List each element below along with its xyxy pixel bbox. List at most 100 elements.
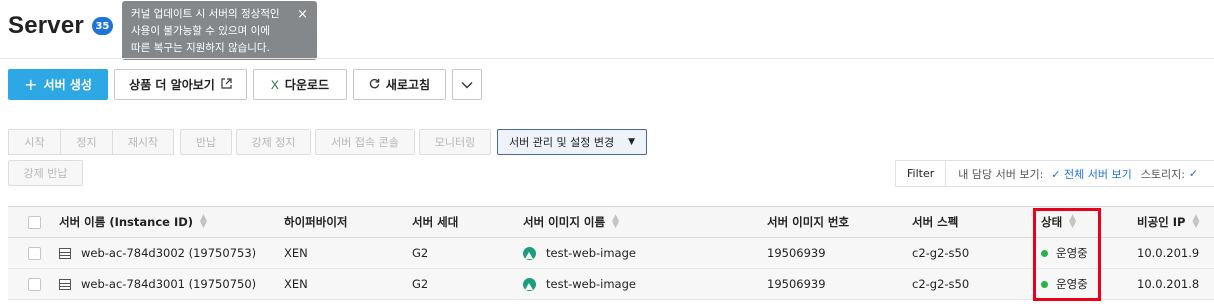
learn-more-button[interactable]: 상품 더 알아보기 bbox=[114, 69, 247, 100]
refresh-button[interactable]: 새로고침 bbox=[353, 69, 446, 100]
row-select-cell bbox=[28, 269, 41, 299]
count-badge: 35 bbox=[91, 17, 113, 35]
server-image-icon bbox=[523, 246, 536, 260]
image-name: test-web-image bbox=[546, 246, 636, 260]
col-status[interactable]: 상태 ▲ ▼ bbox=[1041, 207, 1076, 237]
server-name-cell: web-ac-784d3001 (19750750) bbox=[59, 269, 256, 299]
col-generation: 서버 세대 bbox=[412, 207, 458, 237]
divider bbox=[0, 58, 1214, 59]
server-image-icon bbox=[523, 277, 536, 291]
col-spec: 서버 스펙 bbox=[912, 207, 958, 237]
image-name: test-web-image bbox=[546, 277, 636, 291]
row-checkbox[interactable] bbox=[28, 277, 41, 291]
check-icon: ✓ bbox=[1051, 167, 1061, 181]
all-servers-option[interactable]: ✓ 전체 서버 보기 bbox=[1051, 166, 1131, 182]
learn-more-label: 상품 더 알아보기 bbox=[129, 78, 215, 92]
hypervisor-cell: XEN bbox=[284, 246, 308, 260]
external-link-icon bbox=[221, 77, 232, 92]
row-select-cell bbox=[28, 238, 41, 268]
col-image-no: 서버 이미지 번호 bbox=[767, 207, 849, 237]
status-text: 운영중 bbox=[1056, 277, 1088, 291]
private-ip-cell: 10.0.201.8 bbox=[1137, 277, 1200, 291]
title-row: Server 35 bbox=[8, 12, 113, 40]
server-icon bbox=[59, 247, 71, 259]
tooltip-line: 사용이 불가능할 수 있으며 이에 bbox=[131, 25, 270, 37]
storage-label: 스토리지: bbox=[1140, 167, 1185, 181]
col-server-name[interactable]: 서버 이름 (Instance ID) ▲ ▼ bbox=[59, 207, 207, 237]
server-action-row: 시작 정지 재시작 반납 강제 정지 서버 접속 콘솔 모니터링 서버 관리 및… bbox=[8, 129, 647, 155]
check-icon[interactable]: ✓ bbox=[1189, 167, 1198, 180]
hypervisor-cell: XEN bbox=[284, 277, 308, 291]
filter-button[interactable]: Filter bbox=[896, 161, 947, 186]
my-servers-label: 내 담당 서버 보기: bbox=[958, 167, 1044, 181]
col-header-label: 서버 이름 (Instance ID) bbox=[59, 215, 194, 229]
sort-icon: ▲ ▼ bbox=[200, 213, 207, 230]
monitoring-button[interactable]: 모니터링 bbox=[419, 129, 491, 155]
image-name-cell: test-web-image bbox=[523, 269, 636, 299]
table-row[interactable]: web-ac-784d3002 (19750753) XEN G2 test-w… bbox=[8, 238, 1214, 269]
private-ip-cell: 10.0.201.9 bbox=[1137, 246, 1200, 260]
col-private-ip[interactable]: 비공인 IP ▲ ▼ bbox=[1137, 207, 1199, 237]
table-header: 서버 이름 (Instance ID) ▲ ▼ 하이퍼바이저 서버 세대 서버 이… bbox=[8, 207, 1214, 238]
console-button[interactable]: 서버 접속 콘솔 bbox=[315, 129, 415, 155]
excel-icon: X bbox=[270, 77, 279, 92]
generation-cell: G2 bbox=[412, 246, 429, 260]
image-no-cell: 19506939 bbox=[767, 246, 826, 260]
refresh-icon bbox=[369, 78, 380, 92]
force-stop-button[interactable]: 강제 정지 bbox=[236, 129, 311, 155]
image-no-cell: 19506939 bbox=[767, 277, 826, 291]
download-label: 다운로드 bbox=[284, 78, 330, 92]
toolbar: + 서버 생성 상품 더 알아보기 X 다운로드 새로고침 bbox=[8, 69, 482, 100]
col-header-label: 상태 bbox=[1041, 215, 1063, 229]
col-hypervisor: 하이퍼바이저 bbox=[284, 207, 347, 237]
status-running-icon bbox=[1041, 280, 1048, 288]
server-name: web-ac-784d3001 (19750750) bbox=[81, 277, 257, 291]
status-running-icon bbox=[1041, 249, 1048, 257]
sort-icon: ▲ ▼ bbox=[612, 213, 619, 230]
close-icon[interactable]: × bbox=[297, 6, 308, 23]
col-image-name[interactable]: 서버 이미지 이름 ▲ ▼ bbox=[523, 207, 619, 237]
filter-bar: Filter 내 담당 서버 보기: ✓ 전체 서버 보기 스토리지: ✓ bbox=[895, 160, 1214, 187]
manage-settings-label: 서버 관리 및 설정 변경 bbox=[509, 136, 615, 149]
generation-cell: G2 bbox=[412, 277, 429, 291]
chevron-down-icon bbox=[461, 78, 473, 92]
server-icon bbox=[59, 278, 71, 290]
manage-settings-dropdown[interactable]: 서버 관리 및 설정 변경 ▼ bbox=[497, 129, 647, 155]
server-name: web-ac-784d3002 (19750753) bbox=[81, 246, 257, 260]
server-name-cell: web-ac-784d3002 (19750753) bbox=[59, 238, 256, 268]
restart-button[interactable]: 재시작 bbox=[112, 129, 174, 155]
start-button[interactable]: 시작 bbox=[8, 129, 61, 155]
sort-icon: ▲ ▼ bbox=[1192, 213, 1200, 230]
col-header-label: 서버 세대 bbox=[412, 215, 459, 229]
row-checkbox[interactable] bbox=[28, 246, 41, 260]
status-cell: 운영중 bbox=[1041, 269, 1088, 299]
more-options-button[interactable] bbox=[452, 69, 482, 100]
caret-down-icon: ▼ bbox=[628, 137, 635, 147]
plus-icon: + bbox=[24, 75, 38, 94]
stop-button[interactable]: 정지 bbox=[60, 129, 113, 155]
col-header-label: 비공인 IP bbox=[1137, 215, 1186, 229]
create-server-label: 서버 생성 bbox=[43, 78, 92, 92]
download-button[interactable]: X 다운로드 bbox=[253, 69, 347, 100]
sort-icon: ▲ ▼ bbox=[1069, 213, 1077, 230]
spec-cell: c2-g2-s50 bbox=[912, 277, 970, 291]
server-table: 서버 이름 (Instance ID) ▲ ▼ 하이퍼바이저 서버 세대 서버 이… bbox=[8, 206, 1214, 300]
spec-cell: c2-g2-s50 bbox=[912, 246, 970, 260]
tooltip-line: 커널 업데이트 시 서버의 정상적인 bbox=[131, 8, 280, 20]
page-title: Server bbox=[8, 12, 84, 39]
return-button[interactable]: 반납 bbox=[180, 129, 232, 155]
all-servers-label: 전체 서버 보기 bbox=[1064, 167, 1132, 181]
status-cell: 운영중 bbox=[1041, 238, 1088, 268]
col-header-label: 서버 스펙 bbox=[912, 215, 959, 229]
server-action-row-2: 강제 반납 bbox=[8, 160, 83, 186]
select-all-checkbox[interactable] bbox=[28, 215, 41, 229]
image-name-cell: test-web-image bbox=[523, 238, 636, 268]
table-row[interactable]: web-ac-784d3001 (19750750) XEN G2 test-w… bbox=[8, 269, 1214, 300]
col-header-label: 서버 이미지 이름 bbox=[523, 215, 606, 229]
create-server-button[interactable]: + 서버 생성 bbox=[8, 69, 108, 100]
status-text: 운영중 bbox=[1056, 246, 1088, 260]
select-all-cell bbox=[28, 207, 41, 237]
col-header-label: 서버 이미지 번호 bbox=[767, 215, 850, 229]
force-return-button[interactable]: 강제 반납 bbox=[8, 160, 83, 186]
tooltip-line: 따른 복구는 지원하지 않습니다. bbox=[131, 42, 270, 54]
